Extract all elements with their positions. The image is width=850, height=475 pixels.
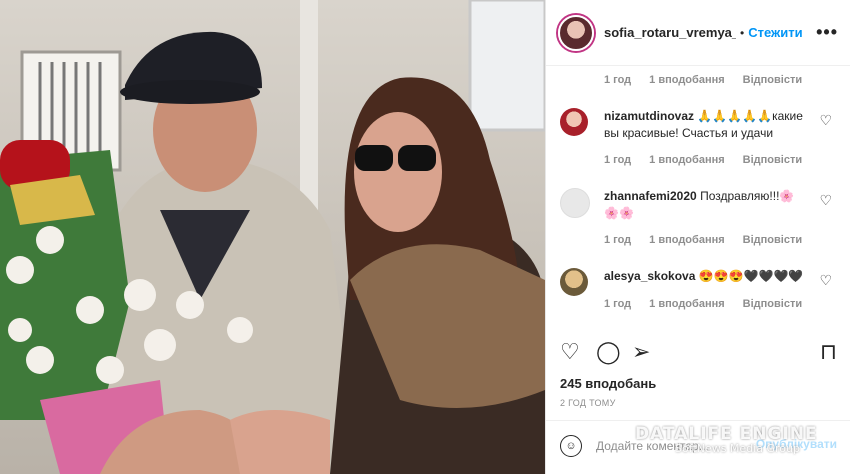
comment-time: 1 год: [604, 74, 632, 86]
watermark: DATALIFE ENGINE SoftNews Media Group: [635, 424, 818, 455]
instagram-post: sofia_rotaru_vremya_m • Стежити ••• 1 го…: [0, 0, 850, 474]
comment-reply[interactable]: Відповісти: [743, 234, 802, 246]
comments-list[interactable]: 1 год 1 вподобання Відповісти nizamutdin…: [546, 66, 850, 330]
photo-illustration: [0, 0, 545, 474]
share-icon[interactable]: ➢: [632, 340, 650, 364]
comment-text: alesya_skokova 😍😍😍🖤🖤🖤🖤: [604, 268, 804, 285]
comment-meta: 1 год 1 вподобання Відповісти: [604, 298, 802, 310]
post-header: sofia_rotaru_vremya_m • Стежити •••: [546, 0, 850, 66]
watermark-subtitle: SoftNews Media Group: [675, 442, 800, 455]
more-options-icon[interactable]: •••: [816, 22, 838, 43]
post-actions: ♡ ◯ ➢ ⊓: [546, 340, 850, 370]
comment-like-icon[interactable]: ♡: [819, 272, 832, 289]
comment-avatar[interactable]: [560, 188, 590, 218]
comment-text: zhannafemi2020 Поздравляю!!!🌸🌸🌸: [604, 188, 804, 222]
comment-time: 1 год: [604, 154, 632, 166]
comment-avatar[interactable]: [560, 268, 588, 296]
comment-reply[interactable]: Відповісти: [743, 298, 802, 310]
comment-time: 1 год: [604, 298, 632, 310]
comment-username[interactable]: zhannafemi2020: [604, 189, 697, 203]
comment-likes[interactable]: 1 вподобання: [649, 74, 724, 86]
comment-body: 😍😍😍🖤🖤🖤🖤: [698, 269, 804, 283]
comment-text: nizamutdinovaz 🙏🙏🙏🙏🙏какие вы красивые! С…: [604, 108, 804, 142]
comment-avatar[interactable]: [560, 108, 588, 136]
comment-meta: 1 год 1 вподобання Відповісти: [604, 154, 802, 166]
likes-count[interactable]: 245 вподобань: [560, 376, 656, 391]
comment-like-icon[interactable]: ♡: [819, 192, 832, 209]
heart-icon[interactable]: ♡: [560, 340, 580, 364]
post-username[interactable]: sofia_rotaru_vremya_m: [604, 25, 736, 40]
bookmark-icon[interactable]: ⊓: [820, 340, 837, 364]
comment-username[interactable]: alesya_skokova: [604, 269, 695, 283]
follow-button[interactable]: Стежити: [748, 25, 802, 40]
comment-reply[interactable]: Відповісти: [743, 154, 802, 166]
comment-icon[interactable]: ◯: [596, 340, 621, 364]
comment-likes[interactable]: 1 вподобання: [649, 298, 724, 310]
comment-like-icon[interactable]: ♡: [819, 112, 832, 129]
comment-time: 1 год: [604, 234, 632, 246]
post-photo: [0, 0, 545, 474]
comment-reply[interactable]: Відповісти: [743, 74, 802, 86]
post-side-panel: sofia_rotaru_vremya_m • Стежити ••• 1 го…: [545, 0, 850, 474]
comment-likes[interactable]: 1 вподобання: [649, 234, 724, 246]
avatar[interactable]: [558, 14, 594, 51]
comment-username[interactable]: nizamutdinovaz: [604, 109, 694, 123]
comment-likes[interactable]: 1 вподобання: [649, 154, 724, 166]
separator-dot: •: [740, 25, 745, 40]
post-timestamp: 2 ГОД ТОМУ: [560, 398, 616, 408]
watermark-title: DATALIFE ENGINE: [635, 424, 818, 444]
emoji-icon[interactable]: ☺: [560, 435, 582, 457]
comment-meta: 1 год 1 вподобання Відповісти: [604, 74, 802, 86]
comment-meta: 1 год 1 вподобання Відповісти: [604, 234, 802, 246]
